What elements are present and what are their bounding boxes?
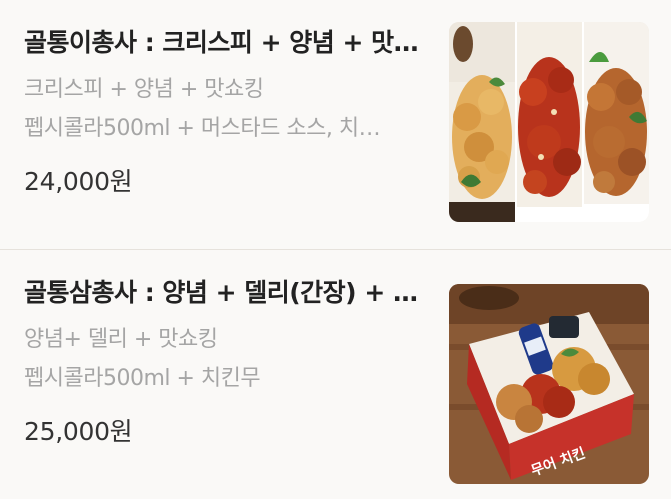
menu-item-description: 양념+ 델리 + 맛쇼킹 펩시콜라500ml + 치킨무 [24,320,424,398]
menu-item-image[interactable]: 무어 치킨 [449,284,649,484]
menu-item-text: 골통삼총사 : 양념 + 델리(간장) + 맛쇼킹 양념+ 델리 + 맛쇼킹 펩… [24,276,424,448]
menu-item-description-line: 펩시콜라500ml + 머스타드 소스, 치킨무 [24,116,396,141]
chicken-box-set-photo: 무어 치킨 [449,284,649,484]
fried-chicken-trio-photo [449,22,649,222]
menu-item-description-line: 크리스피 + 양념 + 맛쇼킹 [24,77,264,102]
menu-item-image[interactable] [449,22,649,222]
menu-item[interactable]: 골통이총사 : 크리스피 + 양념 + 맛쇼킹 크리스피 + 양념 + 맛쇼킹 … [0,0,671,250]
menu-item-price: 24,000원 [24,167,133,196]
menu-item-description-line: 양념+ 델리 + 맛쇼킹 [24,327,218,352]
menu-item-description: 크리스피 + 양념 + 맛쇼킹 펩시콜라500ml + 머스타드 소스, 치킨무 [24,70,424,148]
menu-item-text: 골통이총사 : 크리스피 + 양념 + 맛쇼킹 크리스피 + 양념 + 맛쇼킹 … [24,26,424,198]
menu-item-price: 25,000원 [24,417,133,446]
menu-item-description-line: 펩시콜라500ml + 치킨무 [24,366,261,391]
menu-item-title: 골통삼총사 : 양념 + 델리(간장) + 맛쇼킹 [24,278,424,307]
menu-item-title: 골통이총사 : 크리스피 + 양념 + 맛쇼킹 [24,28,424,57]
